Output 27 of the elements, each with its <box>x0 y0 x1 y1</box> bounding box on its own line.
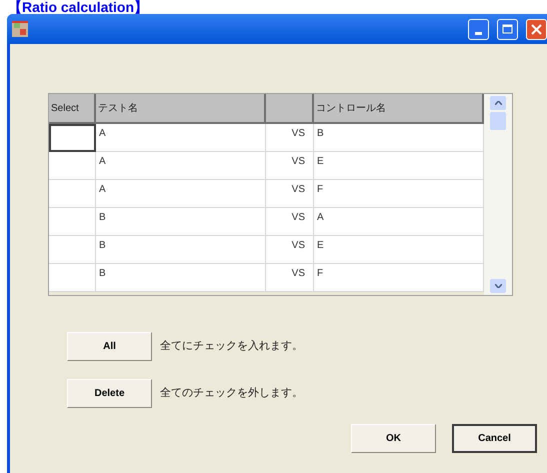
action-description: 全てのチェックを外します。 <box>160 386 303 402</box>
table-cell: B <box>96 264 266 292</box>
page-caption: 【Ratio calculation】 <box>8 0 148 14</box>
select-cell[interactable] <box>49 124 96 152</box>
column-header[interactable]: テスト名 <box>96 94 266 124</box>
cancel-button[interactable]: Cancel <box>452 424 537 453</box>
action-description: 全てにチェックを入れます。 <box>160 339 303 354</box>
app-icon <box>12 21 28 37</box>
close-icon <box>531 24 542 34</box>
scroll-bar[interactable] <box>484 94 512 295</box>
scroll-thumb[interactable] <box>490 112 506 130</box>
caret-icon <box>494 101 502 105</box>
action-button[interactable]: Delete <box>67 379 152 408</box>
table-cell: VS <box>266 264 314 292</box>
scroll-down-button[interactable] <box>490 279 506 293</box>
column-header[interactable] <box>266 94 314 124</box>
scroll-up-button[interactable] <box>490 96 506 110</box>
ok-button[interactable]: OK <box>351 424 436 453</box>
action-button[interactable]: All <box>67 332 152 361</box>
caret-icon <box>494 284 502 288</box>
maximize-icon <box>502 24 513 34</box>
minimize-button[interactable] <box>468 18 489 40</box>
minimize-icon <box>475 32 482 34</box>
column-header[interactable]: Select <box>49 94 96 124</box>
close-button[interactable] <box>526 18 547 40</box>
column-header[interactable]: コントロール名 <box>314 94 484 124</box>
maximize-button[interactable] <box>497 18 518 40</box>
